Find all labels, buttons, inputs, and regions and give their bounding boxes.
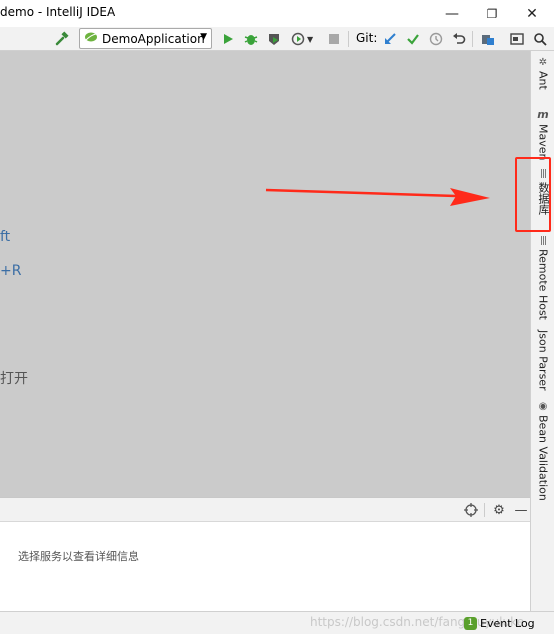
event-log-badge: 1 (464, 616, 477, 630)
maven-icon: m (537, 108, 549, 121)
restore-icon: ❐ (486, 6, 498, 21)
tool-window-bean-validation-label: Bean Validation (536, 415, 550, 501)
tool-window-ant-label: Ant (536, 71, 550, 90)
main-toolbar: DemoApplication ▼ ▼ Git: (0, 27, 554, 51)
spring-leaf-icon (84, 31, 98, 46)
run-configuration-select[interactable]: DemoApplication ▼ (79, 28, 212, 49)
profile-icon[interactable] (288, 29, 308, 49)
title-bar: demo - IntelliJ IDEA — ❐ ✕ (0, 0, 554, 27)
tool-window-remote-host-label: Remote Host (536, 249, 550, 320)
toolbar-separator (348, 31, 349, 47)
restore-button[interactable]: ❐ (472, 0, 512, 27)
services-empty-message: 选择服务以查看详细信息 (18, 550, 139, 563)
toolbar-separator (472, 31, 473, 47)
run-icon[interactable] (218, 29, 238, 49)
remote-host-icon: ||| (539, 236, 547, 246)
right-tool-window-stripe: ✲ Ant m Maven ||| 数据库 ||| Remote Host Js… (530, 51, 554, 611)
tool-window-remote-host[interactable]: ||| Remote Host (531, 236, 554, 320)
minimize-icon: — (445, 5, 459, 22)
stop-icon[interactable] (324, 29, 344, 49)
debug-icon[interactable] (241, 29, 261, 49)
editor-hint-open: 打开 (0, 371, 28, 387)
commit-icon[interactable] (403, 29, 423, 49)
target-icon[interactable] (462, 501, 480, 519)
history-icon[interactable] (426, 29, 446, 49)
minimize-icon[interactable]: — (512, 501, 530, 519)
tool-window-bean-validation[interactable]: ◉ Bean Validation (531, 401, 554, 501)
ant-icon: ✲ (538, 57, 548, 68)
close-icon: ✕ (526, 5, 538, 22)
bean-validation-icon: ◉ (538, 401, 548, 412)
chevron-down-icon[interactable]: ▼ (307, 35, 313, 44)
editor-hint-shortcut-1: ft (0, 229, 11, 245)
git-label: Git: (356, 31, 378, 45)
event-log-button[interactable]: 1 Event Log (464, 614, 535, 632)
editor-empty-area: ft +R 打开 (0, 51, 530, 497)
hammer-icon[interactable] (52, 29, 72, 49)
tool-window-ant[interactable]: ✲ Ant (531, 57, 554, 90)
event-log-label: Event Log (480, 616, 535, 630)
header-separator (484, 503, 485, 517)
close-button[interactable]: ✕ (512, 0, 552, 27)
tool-window-json-parser[interactable]: Json Parser (531, 327, 554, 391)
minimize-button[interactable]: — (432, 0, 472, 27)
update-project-icon[interactable] (380, 29, 400, 49)
services-panel: ⚙ — 选择服务以查看详细信息 (0, 497, 530, 611)
tool-window-maven-label: Maven (536, 124, 550, 161)
tool-window-maven[interactable]: m Maven (531, 108, 554, 160)
presentation-icon[interactable] (507, 29, 527, 49)
search-icon[interactable] (530, 29, 550, 49)
run-configuration-label: DemoApplication (102, 31, 205, 46)
tool-window-json-parser-label: Json Parser (536, 330, 550, 391)
window-title: demo - IntelliJ IDEA (0, 5, 116, 19)
annotation-highlight-box (515, 157, 551, 232)
services-panel-header: ⚙ — (0, 498, 530, 522)
chevron-down-icon: ▼ (200, 32, 207, 42)
status-bar: https://blog.csdn.net/fangmuyuluke 1 Eve… (0, 611, 554, 634)
editor-hint-shortcut-2: +R (0, 263, 22, 279)
project-structure-icon[interactable] (478, 29, 498, 49)
gear-icon[interactable]: ⚙ (490, 501, 508, 519)
annotation-arrow (265, 188, 490, 206)
rollback-icon[interactable] (449, 29, 469, 49)
coverage-icon[interactable] (264, 29, 284, 49)
